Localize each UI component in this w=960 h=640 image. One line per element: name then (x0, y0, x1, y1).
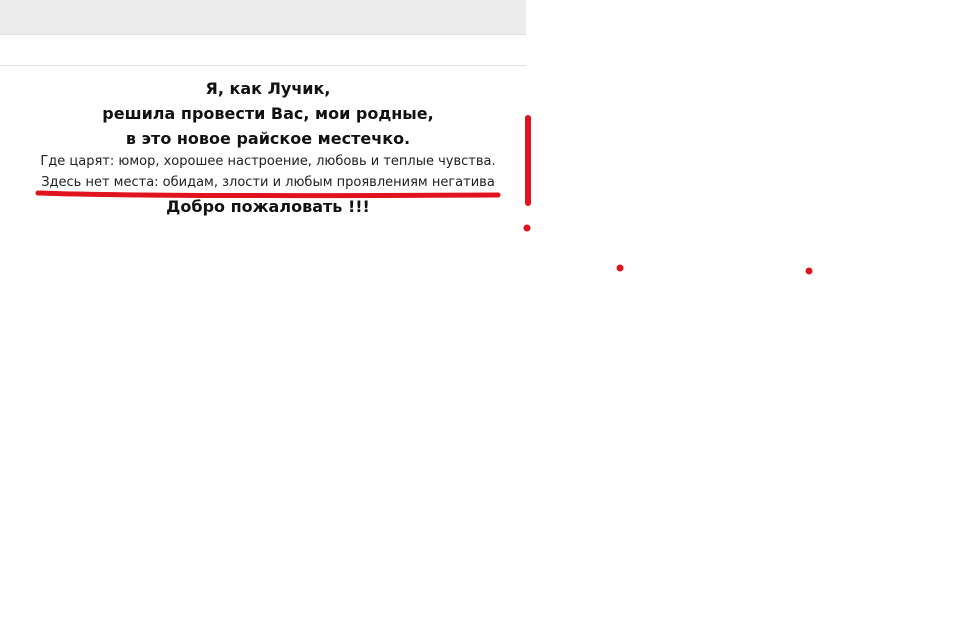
post-title-line-3: в это новое райское местечко. (125, 129, 411, 148)
red-dot-mark (616, 264, 624, 272)
post-content: Я, как Лучик, решила провести Вас, мои р… (0, 66, 536, 246)
post-title-line-2: решила провести Вас, мои родные, (102, 104, 434, 123)
post-title-line-1: Я, как Лучик, (205, 79, 331, 98)
browser-top-bar (0, 0, 526, 35)
post-welcome-line: Добро пожаловать !!! (166, 197, 370, 216)
post-text-line-1: Где царят: юмор, хорошее настроение, люб… (40, 154, 496, 169)
red-dot-mark (805, 267, 813, 275)
header-bar (0, 35, 526, 66)
post-text-line-2: Здесь нет места: обидам, злости и любым … (41, 175, 495, 190)
